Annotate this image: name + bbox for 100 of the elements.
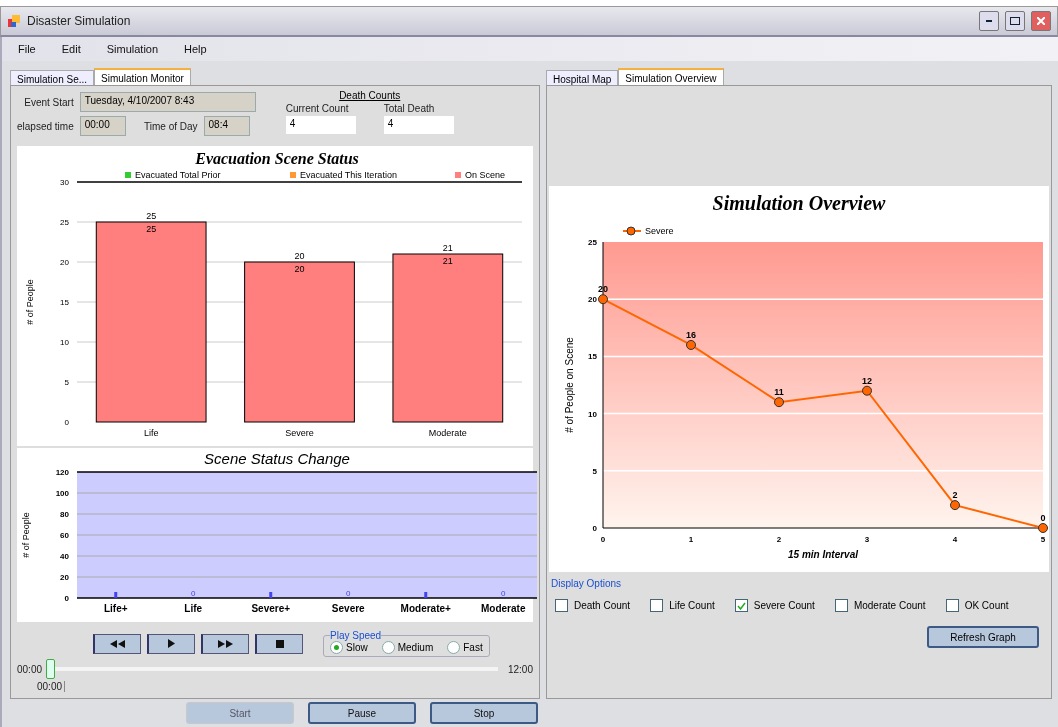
maximize-icon: [1010, 17, 1020, 25]
category-label: Severe: [285, 428, 314, 438]
fast-forward-icon: [217, 639, 234, 648]
maximize-button[interactable]: [1005, 11, 1025, 31]
minimize-button[interactable]: [979, 11, 999, 31]
time-label: 00:00: [17, 663, 43, 675]
close-button[interactable]: [1031, 11, 1051, 31]
legend-item: Evacuated Total Prior: [125, 170, 221, 180]
checkbox[interactable]: Life Count: [650, 599, 715, 612]
tick-label: 25: [60, 218, 69, 227]
legend-item: Severe: [622, 226, 674, 236]
rewind-button[interactable]: [93, 633, 141, 654]
group-label: Play Speed: [330, 630, 382, 641]
data-label: 20: [294, 264, 305, 274]
axis-title: # of People on Scene: [564, 337, 575, 433]
data-label: 21: [442, 256, 453, 266]
tick-label: 10: [588, 409, 597, 419]
event-start-field[interactable]: Tuesday, 4/10/2007 8:43: [79, 92, 256, 112]
group-label: Display Options: [551, 578, 623, 589]
stop-button[interactable]: [255, 633, 303, 654]
play-button[interactable]: [147, 633, 195, 654]
tick-label: 5: [1040, 535, 1046, 544]
field-label: Time of Day: [143, 120, 198, 132]
chart-title: Simulation Overview: [712, 192, 886, 214]
radio-option[interactable]: Slow: [330, 641, 368, 654]
close-icon: [1037, 17, 1045, 25]
tab[interactable]: Simulation Se...: [10, 70, 95, 85]
chart-title: Evacuation Scene Status: [195, 150, 359, 167]
menu-item[interactable]: Edit: [61, 43, 81, 55]
radio-option[interactable]: Medium: [381, 641, 434, 654]
field-label: Current Count: [285, 103, 350, 114]
time-label: 12:00: [507, 663, 533, 675]
refresh-graph-button[interactable]: Refresh Graph: [927, 626, 1039, 648]
data-label: 25: [146, 211, 157, 221]
rewind-icon: [109, 639, 126, 648]
count-field[interactable]: 4: [383, 116, 454, 134]
checkbox[interactable]: OK Count: [945, 599, 1009, 612]
tick-label: 1: [688, 535, 694, 544]
checkbox[interactable]: Death Count: [555, 599, 631, 612]
tick-label: 10: [60, 338, 69, 347]
menu-item[interactable]: File: [18, 43, 36, 55]
tick-label: 0: [64, 418, 69, 427]
radio-option[interactable]: Fast: [447, 641, 483, 654]
data-point: [598, 294, 608, 305]
menu-item[interactable]: Simulation: [106, 43, 159, 55]
data-label: 21: [442, 243, 453, 253]
app-icon: [7, 14, 21, 28]
menu-item[interactable]: Help: [184, 43, 207, 55]
tick-label: 15: [588, 352, 597, 362]
category-label: Life: [143, 428, 159, 438]
tick-label: 20: [588, 295, 597, 305]
field-label: Event Start: [23, 96, 74, 108]
tick-label: 0: [592, 524, 597, 533]
tick-label: 5: [592, 466, 597, 476]
legend-label: Severe: [645, 226, 674, 236]
legend-item: Evacuated This Iteration: [290, 170, 397, 180]
tick-label: 25: [588, 238, 597, 247]
forward-button[interactable]: [201, 633, 249, 654]
action-button[interactable]: Stop: [430, 702, 538, 724]
data-label: 20: [598, 284, 608, 295]
data-point: [862, 385, 872, 396]
stop-icon: [275, 639, 284, 648]
checkbox[interactable]: Severe Count: [734, 599, 815, 612]
field-label: Total Death: [383, 103, 436, 114]
tab[interactable]: Simulation Overview: [618, 68, 724, 85]
tick-label: 20: [60, 258, 69, 267]
category-label: Moderate: [428, 428, 467, 438]
tick-label: 5: [64, 378, 69, 387]
time-field[interactable]: 08:4: [203, 116, 250, 136]
axis-title: # of People: [25, 279, 35, 325]
checkbox[interactable]: Moderate Count: [834, 599, 926, 612]
tick-label: 30: [60, 178, 69, 187]
tab[interactable]: Hospital Map: [546, 70, 619, 85]
window-title: Disaster Simulation: [27, 14, 132, 28]
tab[interactable]: Simulation Monitor: [94, 68, 191, 85]
count-field[interactable]: 4: [285, 116, 356, 134]
tick-label: 0: [600, 535, 606, 544]
data-label: 2: [952, 490, 958, 501]
tick-label: 15: [60, 298, 69, 307]
data-label: 25: [146, 224, 157, 234]
time-field[interactable]: 00:00: [79, 116, 126, 136]
tick-label: 2: [776, 535, 782, 544]
minimize-icon: [986, 20, 992, 22]
check-icon: [736, 601, 746, 610]
data-label: 16: [686, 329, 696, 340]
data-point: [774, 397, 784, 408]
data-label: 0: [1040, 513, 1046, 523]
play-icon: [168, 639, 175, 648]
legend-item: On Scene: [455, 170, 506, 180]
data-label: 11: [774, 387, 784, 398]
axis-title: 15 min Interval: [788, 549, 858, 560]
section-heading: Death Counts: [339, 90, 401, 101]
data-point: [950, 500, 960, 511]
tick-label: 3: [864, 535, 870, 544]
data-label: 12: [862, 375, 872, 386]
time-label: 00:00: [17, 681, 66, 692]
action-button[interactable]: Pause: [308, 702, 416, 724]
field-label: elapsed time: [17, 120, 74, 132]
data-point: [1038, 523, 1048, 533]
tick-label: 4: [952, 535, 958, 544]
